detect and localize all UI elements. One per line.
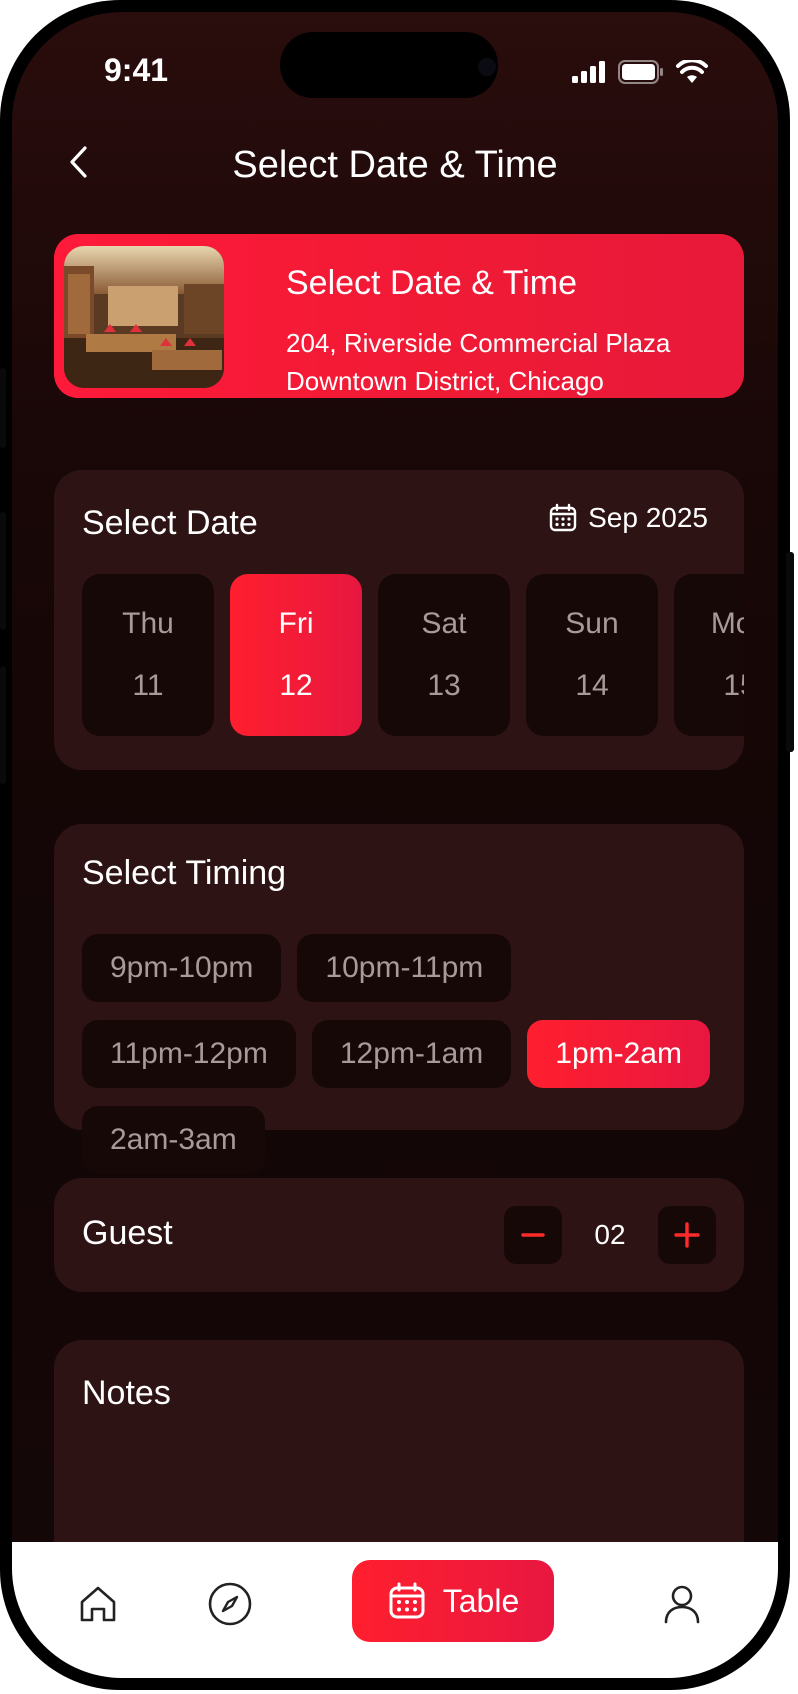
month-label: Sep 2025	[588, 502, 708, 533]
minus-icon	[521, 1233, 545, 1237]
guest-label: Guest	[82, 1214, 173, 1252]
tab-explore[interactable]	[200, 1574, 260, 1634]
volume-down-button	[0, 666, 6, 784]
app-screen: 9:41 Select Date & Time Select Date & Ti…	[12, 12, 778, 1678]
signal-icon	[572, 61, 605, 83]
tab-home[interactable]	[68, 1574, 128, 1634]
home-icon	[80, 1586, 116, 1622]
volume-up-button	[0, 512, 6, 630]
day-date: 15	[723, 669, 744, 702]
select-timing-card: Select Timing 9pm-10pm 10pm-11pm 11pm-12…	[54, 824, 744, 1174]
front-camera	[478, 58, 496, 76]
increment-button[interactable]	[658, 1206, 716, 1264]
day-weekday: Sat	[421, 607, 467, 640]
day-option[interactable]: Thu 11	[82, 574, 214, 736]
restaurant-address: 204, Riverside Commercial Plaza Downtown…	[286, 324, 670, 400]
time-slot-selected[interactable]: 1pm-2am	[527, 1020, 710, 1088]
user-icon	[664, 1585, 700, 1624]
plus-icon	[674, 1222, 700, 1248]
day-option-selected[interactable]: Fri 12	[230, 574, 362, 736]
restaurant-title: Select Date & Time	[286, 264, 578, 302]
wifi-icon	[676, 60, 708, 83]
compass-icon	[208, 1582, 252, 1626]
day-date: 12	[279, 669, 313, 702]
time-slot-list: 9pm-10pm 10pm-11pm 11pm-12pm 12pm-1am 1p…	[82, 934, 722, 1174]
tab-table-label: Table	[442, 1582, 520, 1619]
guest-stepper: 02	[504, 1206, 716, 1264]
day-list: Thu 11 Fri 12 Sat 13 Sun 14 Mon 15	[82, 574, 744, 736]
notes-label: Notes	[82, 1374, 171, 1412]
tab-profile[interactable]	[652, 1574, 712, 1634]
status-icons	[572, 60, 708, 84]
day-weekday: Thu	[122, 607, 174, 640]
status-time: 9:41	[104, 52, 169, 88]
day-date: 11	[132, 669, 164, 702]
day-option[interactable]: Sun 14	[526, 574, 658, 736]
day-weekday: Mon	[710, 607, 744, 640]
address-line-2: Downtown District, Chicago	[286, 366, 604, 396]
page-title: Select Date & Time	[232, 144, 558, 186]
select-date-title: Select Date	[82, 504, 258, 542]
dynamic-island	[280, 32, 498, 98]
power-button	[786, 552, 794, 752]
address-line-1: 204, Riverside Commercial Plaza	[286, 328, 671, 358]
restaurant-photo	[64, 246, 224, 388]
calendar-icon	[389, 1582, 425, 1619]
decrement-button[interactable]	[504, 1206, 562, 1264]
guest-count: 02	[594, 1219, 626, 1250]
day-date: 14	[575, 669, 609, 702]
month-selector[interactable]: Sep 2025	[548, 502, 708, 534]
restaurant-card[interactable]: Select Date & Time 204, Riverside Commer…	[54, 234, 744, 398]
select-timing-title: Select Timing	[82, 854, 287, 892]
phone-frame: 9:41 Select Date & Time Select Date & Ti…	[0, 0, 790, 1690]
day-weekday: Sun	[565, 607, 619, 640]
day-date: 13	[427, 669, 461, 702]
day-option[interactable]: Mon 15	[674, 574, 744, 736]
calendar-icon	[549, 503, 577, 532]
day-option[interactable]: Sat 13	[378, 574, 510, 736]
bottom-tab-bar: Table	[12, 1542, 778, 1678]
time-slot[interactable]: 11pm-12pm	[82, 1020, 296, 1088]
time-slot[interactable]: 2am-3am	[82, 1106, 265, 1174]
battery-icon	[618, 60, 663, 84]
select-date-card: Select Date Sep 2025 Thu 11 Fri 12 Sat 1…	[54, 470, 744, 770]
time-slot[interactable]: 10pm-11pm	[297, 934, 512, 1002]
time-slot[interactable]: 12pm-1am	[311, 1020, 512, 1088]
tab-table[interactable]: Table	[352, 1560, 554, 1642]
action-button	[0, 368, 6, 448]
time-slot[interactable]: 9pm-10pm	[82, 934, 282, 1002]
guest-card: Guest 02	[54, 1178, 744, 1292]
top-header: Select Date & Time	[12, 130, 778, 200]
day-weekday: Fri	[278, 607, 314, 640]
